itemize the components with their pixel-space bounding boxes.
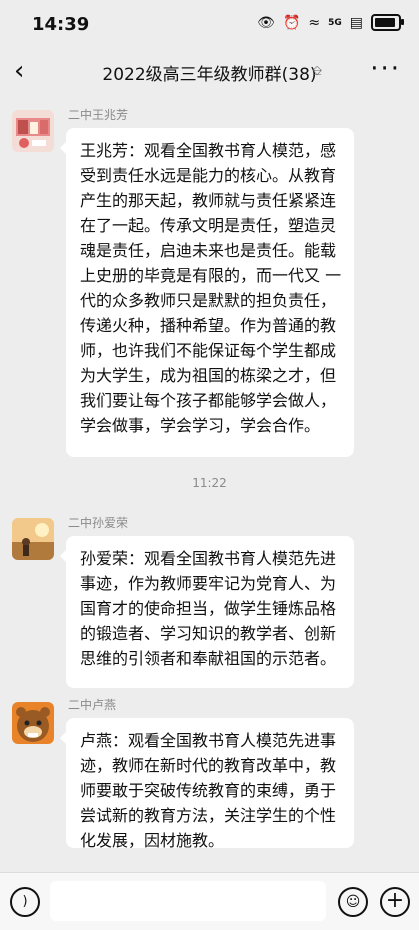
input-bar: ) ☺ + — [0, 872, 419, 930]
mute-icon: ⎒ — [312, 64, 323, 79]
network-label: 5G — [328, 17, 342, 28]
plus-icon[interactable]: + — [380, 887, 410, 917]
message-bubble[interactable]: 王兆芳：观看全国教书育人模范，感受到责任水远是能力的核心。从教育产生的那天起，教… — [60, 128, 354, 457]
sender-name: 二中孙爱荣 — [68, 516, 129, 530]
status-time: 14:39 — [32, 14, 90, 35]
avatar[interactable] — [12, 110, 54, 152]
avatar[interactable] — [12, 518, 54, 560]
message-timestamp: 11:22 — [192, 476, 227, 490]
status-icons: 👁 ⏰ ≈ 5G ▤ — [257, 14, 404, 31]
eye-icon: 👁 — [257, 14, 275, 31]
alarm-icon: ⏰ — [282, 14, 301, 31]
voice-icon[interactable]: ) — [10, 887, 40, 917]
battery-icon — [371, 14, 404, 31]
avatar[interactable] — [12, 702, 54, 744]
emoji-icon[interactable]: ☺ — [338, 887, 368, 917]
message-bubble[interactable]: 卢燕：观看全国教书育人模范先进事迹，教师在新时代的教育改革中，教师要敢于突破传统… — [60, 718, 354, 850]
wifi-icon: ≈ — [308, 14, 321, 31]
message-bubble[interactable]: 孙爱荣：观看全国教书育人模范先进事迹，作为教师要牢记为党育人、为国育才的使命担当… — [60, 536, 354, 688]
sender-name: 二中卢燕 — [68, 698, 117, 712]
sender-name: 二中王兆芳 — [68, 108, 129, 122]
message-list[interactable]: 二中王兆芳 王兆芳：观看全国教书育人模范，感受到责任水远是能力的核心。从教育产生… — [0, 92, 419, 872]
more-icon[interactable]: ··· — [370, 54, 401, 84]
status-bar: 14:39 👁 ⏰ ≈ 5G ▤ — [0, 0, 419, 52]
signal-icon: ▤ — [349, 14, 363, 31]
message-input[interactable] — [50, 881, 326, 921]
chat-title: 2022级高三年级教师群(38) — [102, 65, 317, 85]
chat-header: ‹ 2022级高三年级教师群(38) ⎒ ··· — [0, 52, 419, 92]
